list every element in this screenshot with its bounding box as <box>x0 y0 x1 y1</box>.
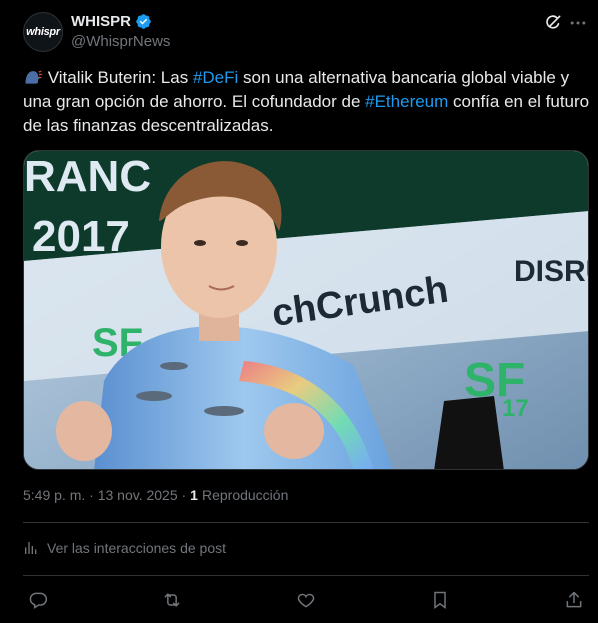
author-handle[interactable]: @WhisprNews <box>71 33 170 50</box>
avatar-logo-text: whispr <box>26 26 60 38</box>
analytics-icon <box>25 542 37 554</box>
tweet-photo[interactable]: RANC 2017 chCrunch DISRU SF SF 17 <box>23 150 589 470</box>
share-icon <box>566 591 582 608</box>
banner-year-right: 17 <box>502 395 529 422</box>
bookmark-icon <box>434 591 446 609</box>
bookmark-button[interactable] <box>428 588 452 612</box>
banner-top-text: RANC <box>24 152 151 201</box>
tweet-detail: whispr WHISPR @WhisprNews Vitalik Buteri… <box>0 0 598 623</box>
grok-icon[interactable] <box>543 13 563 33</box>
hashtag-defi[interactable]: #DeFi <box>193 68 238 87</box>
view-interactions-label: Ver las interacciones de post <box>47 540 226 556</box>
view-interactions-link[interactable]: Ver las interacciones de post <box>23 540 226 556</box>
tweet-timestamp[interactable]: 5:49 p. m. · 13 nov. 2025 · <box>23 487 186 503</box>
avatar[interactable]: whispr <box>23 12 63 52</box>
heart-icon <box>297 593 315 608</box>
reply-icon <box>29 592 48 609</box>
share-button[interactable] <box>562 588 586 612</box>
views-count: 1 <box>190 487 198 503</box>
like-button[interactable] <box>294 588 318 612</box>
more-icon[interactable] <box>568 13 588 33</box>
banner-year-text: 2017 <box>32 212 130 261</box>
author-display-name[interactable]: WHISPR <box>71 13 131 30</box>
divider <box>23 575 589 576</box>
repost-icon <box>164 593 180 607</box>
divider <box>23 522 589 523</box>
author-name-row: WHISPR <box>71 13 152 30</box>
photo-image: RANC 2017 chCrunch DISRU SF SF 17 <box>24 151 589 469</box>
speaking-head-emoji <box>25 70 43 84</box>
views-label: Reproducción <box>201 487 289 503</box>
reply-button[interactable] <box>26 588 50 612</box>
verified-badge-icon <box>136 14 151 29</box>
action-bar <box>23 588 589 612</box>
banner-disrupt-text: DISRU <box>514 255 589 288</box>
tweet-text: Vitalik Buterin: Las #DeFi son una alter… <box>23 68 590 135</box>
hashtag-ethereum[interactable]: #Ethereum <box>365 92 448 111</box>
repost-button[interactable] <box>160 588 184 612</box>
tweet-meta: 5:49 p. m. · 13 nov. 2025 · 1 Reproducci… <box>23 487 288 503</box>
